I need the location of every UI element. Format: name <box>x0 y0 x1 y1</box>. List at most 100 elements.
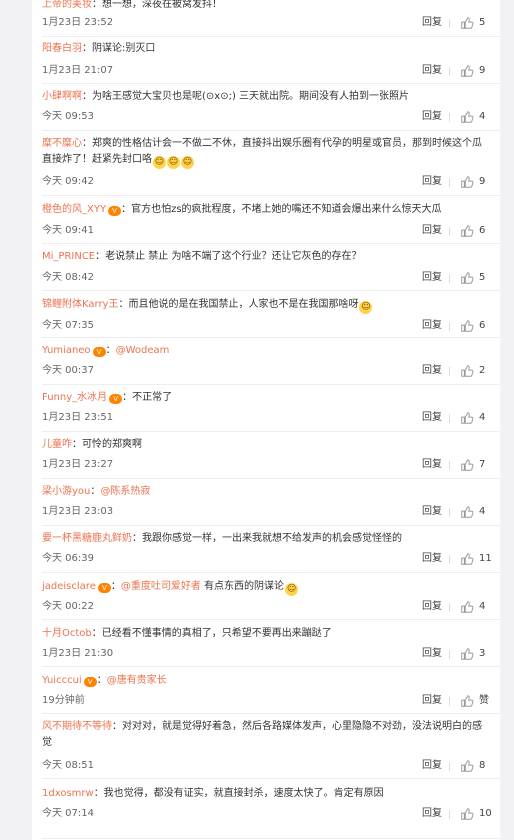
comment-username[interactable]: 小肆啊啊 <box>42 91 82 102</box>
comment-time: 1月23日 21:07 <box>42 65 114 76</box>
vip-badge-icon: V <box>83 677 97 687</box>
reply-button[interactable]: 回复 <box>422 109 442 125</box>
comment-username[interactable]: 风不期待不等待 <box>42 721 112 732</box>
like-count: 11 <box>479 553 492 564</box>
comment-username[interactable]: 儿童咋 <box>42 439 72 450</box>
comment-body: 有点东西的阴谋论 <box>200 581 285 592</box>
comment-username[interactable]: Yuicccui <box>42 675 82 686</box>
divider <box>449 19 450 28</box>
thumbs-up-icon[interactable] <box>460 458 474 472</box>
comment-body: ：官方也怕zs的疯批程度，不堵上她的嘴还不知道会爆出来什么惊天大瓜 <box>121 204 442 215</box>
reply-button[interactable]: 回复 <box>422 504 442 520</box>
comment-username[interactable]: 阳春白羽 <box>42 43 82 54</box>
thumbs-up-icon[interactable] <box>460 411 474 425</box>
comment-body: ： <box>90 486 101 497</box>
comment-username[interactable]: jadeisclare <box>42 581 96 592</box>
comment-item: 锦鲤附体Karry王：而且他说的是在我国禁止，人家也不是在我国那啥呀 ☺ 今天 0… <box>42 290 500 338</box>
comment-body: ：可怜的郑爽啊 <box>72 439 142 450</box>
like-count: 赞 <box>479 695 489 706</box>
comment-username[interactable]: 1dxosmrw <box>42 788 94 799</box>
comment-username[interactable]: 糜不糜心 <box>42 138 82 149</box>
mention-link[interactable]: @Wodeam <box>116 345 170 356</box>
divider <box>449 227 450 236</box>
comment-body: ：不正常了 <box>122 392 173 403</box>
reply-button[interactable]: 回复 <box>422 693 442 709</box>
thumbs-up-icon[interactable] <box>460 110 474 124</box>
like-count: 5 <box>479 17 486 28</box>
reply-button[interactable]: 回复 <box>422 63 442 79</box>
reply-button[interactable]: 回复 <box>422 363 442 379</box>
mention-link[interactable]: @唐有贵家长 <box>107 675 167 686</box>
comment-meta: 1月23日 23:52 回复 5 <box>42 15 500 31</box>
comment-item: 十月Octob：已经看不懂事情的真相了，只希望不要再出来蹦跶了 1月23日 21… <box>42 619 500 667</box>
thumbs-up-icon[interactable] <box>460 175 474 189</box>
comment-body: ：想一想，深夜在被窝发抖！ <box>92 0 222 10</box>
comment-body: ：我也觉得，都没有证实，就直接封杀，速度太快了。肯定有原因 <box>93 788 384 799</box>
like-count: 10 <box>479 808 492 819</box>
comment-body: ：阴谋论:别灭口 <box>82 43 156 54</box>
like-count: 7 <box>479 459 486 470</box>
comment-time: 1月23日 23:03 <box>42 506 114 517</box>
divider <box>449 322 450 331</box>
reply-button[interactable]: 回复 <box>422 599 442 615</box>
thumbs-up-icon[interactable] <box>460 364 474 378</box>
comment-username[interactable]: Funny_水冰月 <box>42 392 107 403</box>
comment-time: 今天 06:39 <box>42 553 94 564</box>
comment-time: 今天 09:41 <box>42 225 94 236</box>
reply-button[interactable]: 回复 <box>422 646 442 662</box>
mention-link[interactable]: @陈系热寂 <box>100 486 150 497</box>
face-emoji-icon: ☺ <box>181 156 194 169</box>
comment-time: 今天 00:22 <box>42 601 94 612</box>
divider <box>449 762 450 771</box>
reply-button[interactable]: 回复 <box>422 270 442 286</box>
comment-username[interactable]: 锦鲤附体Karry王 <box>42 299 118 310</box>
reply-button[interactable]: 回复 <box>422 806 442 822</box>
comment-body: ：老说禁止 禁止 为啥不端了这个行业？还让它灰色的存在？ <box>95 251 362 262</box>
mention-link[interactable]: @重度吐司爱好者 <box>121 581 201 592</box>
thumbs-up-icon[interactable] <box>460 647 474 661</box>
thumbs-up-icon[interactable] <box>460 505 474 519</box>
comment-username[interactable]: 橙色的风_XYY <box>42 204 106 215</box>
comment-item: Mi_PRINCE：老说禁止 禁止 为啥不端了这个行业？还让它灰色的存在？ 今天… <box>42 243 500 291</box>
comment-body: ： <box>96 675 107 686</box>
thumbs-up-icon[interactable] <box>460 600 474 614</box>
comment-username[interactable]: Yumianeo <box>42 345 91 356</box>
comment-username[interactable]: 梁小游you <box>42 486 90 497</box>
divider <box>449 461 450 470</box>
reply-button[interactable]: 回复 <box>422 223 442 239</box>
thumbs-up-icon[interactable] <box>460 64 474 78</box>
thumbs-up-icon[interactable] <box>460 319 474 333</box>
reply-button[interactable]: 回复 <box>422 457 442 473</box>
thumbs-up-icon[interactable] <box>460 694 474 708</box>
comment-body: ：郑爽的性格估计会一不做二不休，直接抖出娱乐圈有代孕的明星或官员，那到时候这个瓜… <box>42 138 482 165</box>
comment-body: ：我跟你感觉一样，一出来我就想不给发声的机会感觉怪怪的 <box>132 533 402 544</box>
face-emoji-icon: ☺ <box>359 301 373 314</box>
reply-button[interactable]: 回复 <box>422 551 442 567</box>
vip-badge-icon: V <box>97 583 111 593</box>
comment-item: Yumianeo V ：@Wodeam 今天 00:37 回复 2 <box>42 337 500 385</box>
like-count: 9 <box>479 176 486 187</box>
thumbs-up-icon[interactable] <box>460 271 474 285</box>
comment-item: 橙色的风_XYY V ：官方也怕zs的疯批程度，不堵上她的嘴还不知道会爆出来什么惊天… <box>42 195 500 244</box>
thumbs-up-icon[interactable] <box>460 16 474 30</box>
divider <box>449 113 450 122</box>
thumbs-up-icon[interactable] <box>460 224 474 238</box>
reply-button[interactable]: 回复 <box>422 410 442 426</box>
thumbs-up-icon[interactable] <box>460 552 474 566</box>
comment-username[interactable]: Mi_PRINCE <box>42 251 95 262</box>
comment-item: 小肆啊啊：为啥王感觉大宝贝也是呢(⊙x⊙;) 三天就出院。期间没有人拍到一张照片… <box>42 83 500 131</box>
comment-username[interactable]: 要一杯黑糖鹿丸鲜奶 <box>42 533 132 544</box>
thumbs-up-icon[interactable] <box>460 759 474 773</box>
comment-username[interactable]: 十月Octob <box>42 628 92 639</box>
reply-button[interactable]: 回复 <box>422 174 442 190</box>
like-count: 2 <box>479 365 486 376</box>
reply-button[interactable]: 回复 <box>422 15 442 31</box>
comment-item: jadeisclare V ：@重度吐司爱好者 有点东西的阴谋论 ☺ 今天 00:22… <box>42 572 500 620</box>
comment-time: 今天 08:42 <box>42 272 94 283</box>
comment-time: 1月23日 23:51 <box>42 412 114 423</box>
thumbs-up-icon[interactable] <box>460 807 474 821</box>
like-count: 6 <box>479 320 486 331</box>
reply-button[interactable]: 回复 <box>422 758 442 774</box>
reply-button[interactable]: 回复 <box>422 318 442 334</box>
comment-username[interactable]: 上帝的美妆 <box>42 0 92 10</box>
